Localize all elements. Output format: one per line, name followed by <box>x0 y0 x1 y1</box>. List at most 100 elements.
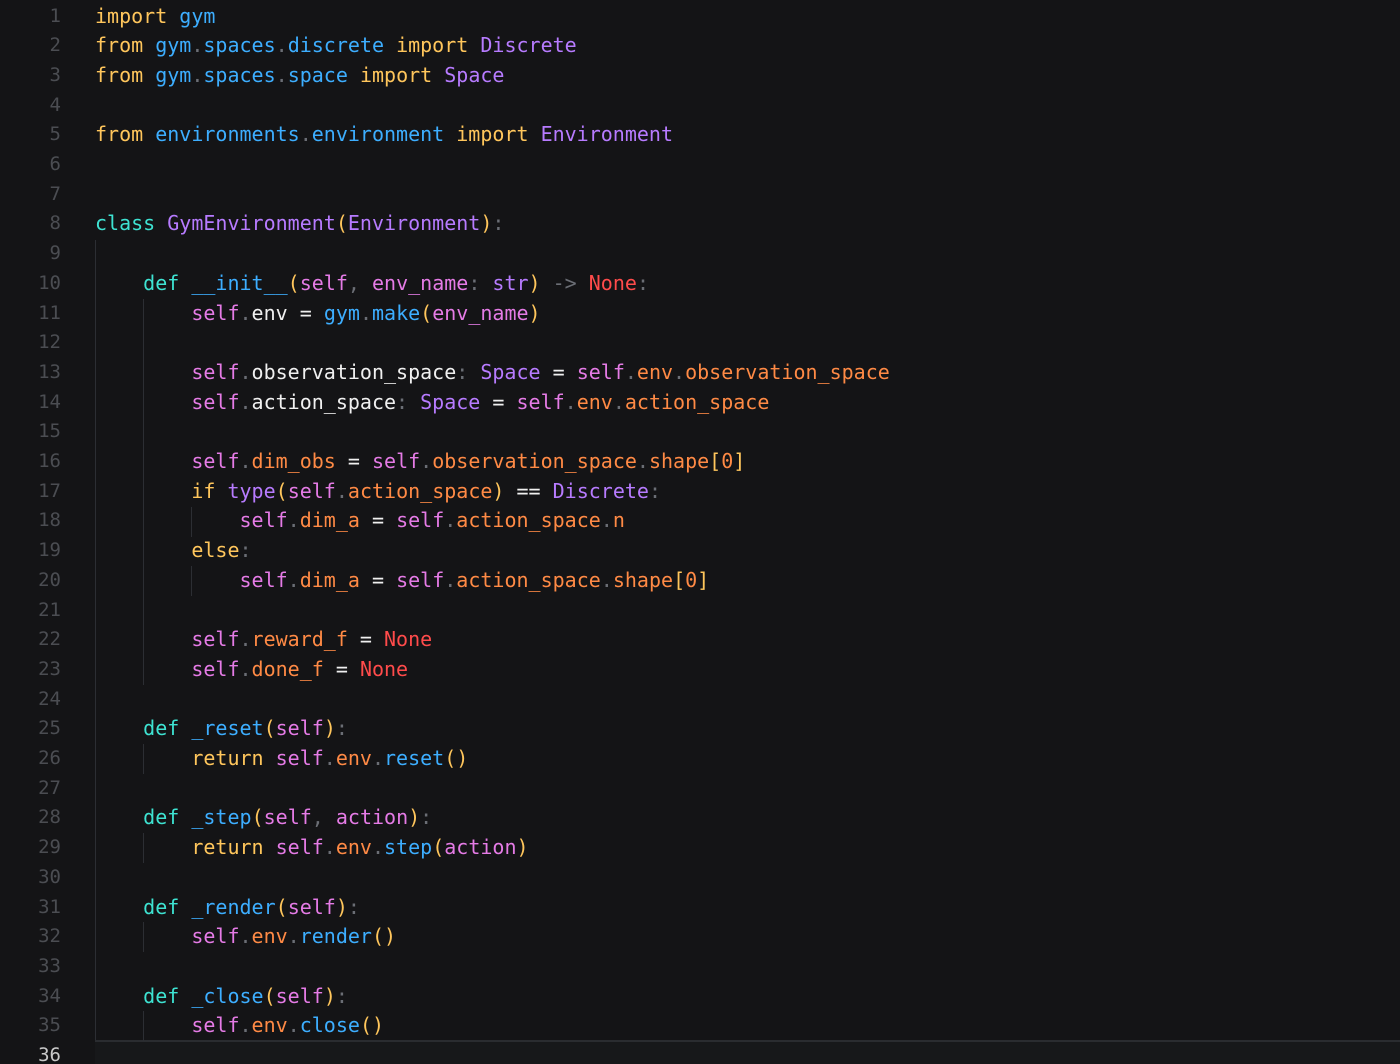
code-line[interactable]: 1 import gym <box>0 2 1400 32</box>
code-token: = <box>371 567 385 592</box>
code-text[interactable]: class GymEnvironment(Environment): <box>95 209 504 239</box>
code-editor[interactable]: 1 import gym 2 from gym.spaces.discrete imp… <box>0 0 1400 1064</box>
code-token: str <box>492 270 529 295</box>
code-line[interactable]: 26 return self.env.reset() <box>0 744 1400 774</box>
code-line[interactable]: 25 def _reset(self): <box>0 714 1400 744</box>
code-text[interactable]: from environments.environment import Env… <box>95 120 673 150</box>
code-token: action <box>444 835 517 860</box>
code-token: , <box>347 270 360 295</box>
code-text[interactable]: def _render(self): <box>95 893 360 923</box>
code-token: None <box>359 656 409 681</box>
code-line[interactable]: 6 <box>0 150 1400 180</box>
code-line[interactable]: 4 <box>0 91 1400 121</box>
code-token: env <box>335 835 372 860</box>
code-token: = <box>492 389 505 414</box>
code-token: . <box>420 449 433 473</box>
code-text[interactable]: self.observation_space: Space = self.env… <box>95 358 889 388</box>
code-token: _close <box>191 983 264 1008</box>
code-token: env <box>251 300 288 325</box>
code-text[interactable]: self.dim_obs = self.observation_space.sh… <box>95 447 745 477</box>
code-token: ) <box>335 894 348 919</box>
code-line[interactable]: 15 <box>0 417 1400 447</box>
code-line[interactable]: 16 self.dim_obs = self.observation_space… <box>0 447 1400 477</box>
code-text[interactable]: from gym.spaces.space import Space <box>95 61 504 91</box>
code-line[interactable]: 5 from environments.environment import En… <box>0 120 1400 150</box>
code-token: self <box>275 983 324 1008</box>
code-line[interactable]: 35 self.env.close() <box>0 1011 1400 1041</box>
code-token: def <box>143 983 180 1008</box>
code-text[interactable]: if type(self.action_space) == Discrete: <box>95 477 661 507</box>
code-token: __init__ <box>191 270 288 295</box>
code-token: . <box>287 924 300 949</box>
code-line[interactable]: 21 <box>0 596 1400 626</box>
code-text[interactable]: self.done_f = None <box>95 655 408 685</box>
code-line[interactable]: 29 return self.env.step(action) <box>0 833 1400 863</box>
code-line[interactable]: 24 <box>0 685 1400 715</box>
code-line[interactable]: 14 self.action_space: Space = self.env.a… <box>0 388 1400 418</box>
code-line[interactable]: 33 <box>0 952 1400 982</box>
line-number: 24 <box>38 687 61 710</box>
code-token: from <box>95 122 144 147</box>
code-line[interactable]: 3 from gym.spaces.space import Space <box>0 61 1400 91</box>
code-text[interactable]: from gym.spaces.discrete import Discrete <box>95 31 577 61</box>
code-text[interactable]: self.env.close() <box>95 1011 384 1041</box>
code-token: _reset <box>191 716 264 741</box>
code-token: . <box>239 389 252 414</box>
code-line[interactable]: 18 self.dim_a = self.action_space.n <box>0 506 1400 536</box>
code-text[interactable]: import gym <box>95 2 215 32</box>
line-number: 19 <box>38 539 61 562</box>
code-line[interactable]: 28 def _step(self, action): <box>0 803 1400 833</box>
code-text[interactable]: return self.env.step(action) <box>95 833 528 863</box>
code-token: make <box>371 300 421 325</box>
code-line[interactable]: 27 <box>0 774 1400 804</box>
code-text[interactable]: def __init__(self, env_name: str) -> Non… <box>95 269 649 299</box>
code-line[interactable]: 30 <box>0 863 1400 893</box>
code-text[interactable]: def _step(self, action): <box>95 803 432 833</box>
code-line[interactable]: 11 self.env = gym.make(env_name) <box>0 299 1400 329</box>
code-token: = <box>299 300 312 325</box>
code-line[interactable]: 12 <box>0 328 1400 358</box>
code-text[interactable]: self.reward_f = None <box>95 625 432 655</box>
code-token: self <box>371 449 421 473</box>
code-text[interactable]: self.env = gym.make(env_name) <box>95 299 540 329</box>
code-line[interactable]: 17 if type(self.action_space) == Discret… <box>0 477 1400 507</box>
code-line[interactable]: 20 self.dim_a = self.action_space.shape[… <box>0 566 1400 596</box>
code-text[interactable]: self.env.render() <box>95 922 396 952</box>
code-text[interactable]: self.action_space: Space = self.env.acti… <box>95 388 769 418</box>
code-text[interactable]: return self.env.reset() <box>95 744 468 774</box>
code-token: self <box>191 359 240 384</box>
code-line[interactable]: 8 class GymEnvironment(Environment): <box>0 209 1400 239</box>
code-token: ] <box>697 567 710 592</box>
code-token: return <box>191 746 264 770</box>
code-line[interactable]: 31 def _render(self): <box>0 893 1400 923</box>
code-text[interactable]: def _reset(self): <box>95 714 348 744</box>
code-line[interactable]: 23 self.done_f = None <box>0 655 1400 685</box>
code-line[interactable]: 10 def __init__(self, env_name: str) -> … <box>0 269 1400 299</box>
code-line[interactable]: 2 from gym.spaces.discrete import Discret… <box>0 31 1400 61</box>
code-line[interactable]: 36 <box>0 1041 1400 1064</box>
code-line[interactable]: 32 self.env.render() <box>0 922 1400 952</box>
code-text[interactable]: self.dim_a = self.action_space.n <box>95 506 625 536</box>
code-text[interactable]: else: <box>95 536 251 566</box>
code-line[interactable]: 13 self.observation_space: Space = self.… <box>0 358 1400 388</box>
line-number: 8 <box>49 212 61 235</box>
code-token: . <box>600 508 613 533</box>
code-line[interactable]: 19 else: <box>0 536 1400 566</box>
line-number: 22 <box>38 628 61 651</box>
code-text[interactable]: self.dim_a = self.action_space.shape[0] <box>95 566 710 596</box>
code-line[interactable]: 7 <box>0 180 1400 210</box>
line-number: 30 <box>38 865 61 888</box>
code-line[interactable]: 22 self.reward_f = None <box>0 625 1400 655</box>
code-token: action <box>335 805 409 830</box>
code-token: self <box>191 924 240 949</box>
code-line[interactable]: 9 <box>0 239 1400 269</box>
code-line[interactable]: 34 def _close(self): <box>0 982 1400 1012</box>
code-text[interactable]: def _close(self): <box>95 982 348 1012</box>
